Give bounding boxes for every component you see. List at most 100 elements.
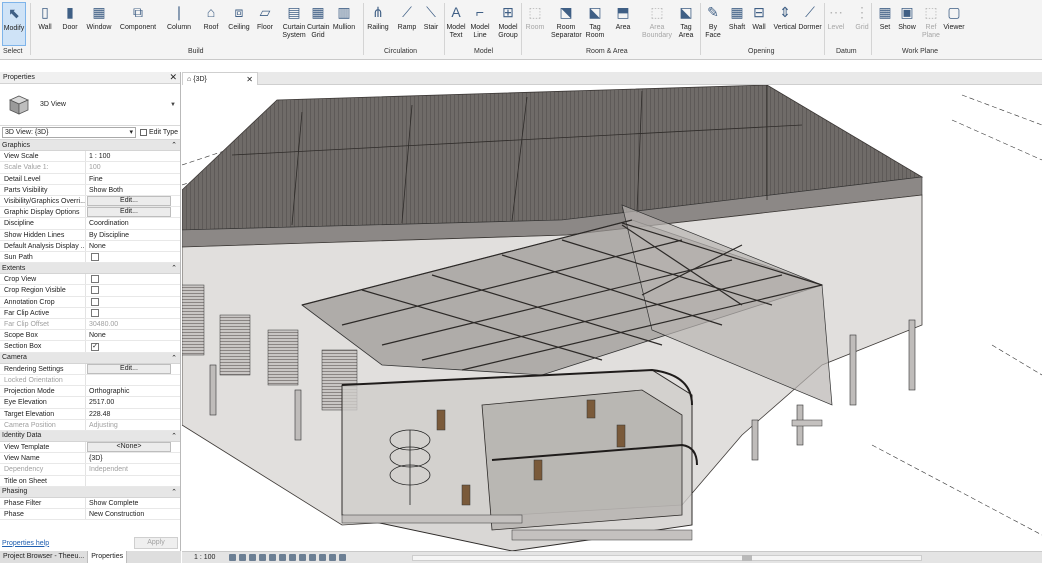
ribbon-level-button[interactable]: ⋯ Level	[826, 2, 846, 46]
visual-style-icon[interactable]	[239, 554, 247, 561]
tab-project-browser[interactable]: Project Browser - Theeu...	[0, 551, 89, 563]
view-scale-label[interactable]: 1 : 100	[194, 554, 215, 561]
ribbon-window-button[interactable]: ▦ Window	[84, 2, 114, 46]
property-checkbox[interactable]	[91, 297, 99, 306]
property-value[interactable]: Orthographic	[86, 386, 180, 396]
property-value[interactable]	[86, 274, 180, 284]
property-value[interactable]	[86, 297, 180, 307]
property-value[interactable]: None	[86, 241, 180, 251]
property-edit-button[interactable]: Edit...	[87, 363, 171, 374]
ribbon-wall-button[interactable]: ▯ Wall	[34, 2, 56, 46]
ribbon-set-button[interactable]: ▦ Set	[876, 2, 894, 46]
property-value[interactable]: Edit...	[86, 363, 180, 374]
ribbon-roof-button[interactable]: ⌂ Roof	[200, 2, 222, 46]
property-value[interactable]: Show Complete	[86, 498, 180, 508]
ribbon-model-line-button[interactable]: ⌐ Model Line	[469, 2, 491, 46]
property-edit-button[interactable]: Edit...	[87, 207, 171, 218]
ribbon-area-boundary-button[interactable]: ⬚ Area Boundary	[640, 2, 674, 46]
ribbon-door-button[interactable]: ▮ Door	[58, 2, 82, 46]
property-value[interactable]	[86, 476, 180, 486]
property-value[interactable]: Edit...	[86, 195, 180, 206]
ribbon-mullion-button[interactable]: ▥ Mullion	[332, 2, 356, 46]
property-value[interactable]: ✓	[86, 341, 180, 352]
property-value[interactable]: 2517.00	[86, 397, 180, 407]
property-edit-button[interactable]: <None>	[87, 442, 171, 453]
lock-view-icon[interactable]	[289, 554, 297, 561]
property-edit-button[interactable]: Edit...	[87, 195, 171, 206]
ribbon-wall-button[interactable]: ⊟ Wall	[748, 2, 770, 46]
ribbon-vertical-button[interactable]: ⇕ Vertical	[772, 2, 798, 46]
panel-label-select[interactable]: Select	[3, 48, 22, 55]
show-crop-icon[interactable]	[279, 554, 287, 561]
detail-level-icon[interactable]	[229, 554, 237, 561]
property-value[interactable]: Fine	[86, 174, 180, 184]
ribbon-room-button[interactable]: ⬚ Room	[523, 2, 547, 46]
ribbon-room-separator-button[interactable]: ⬔ Room Separator	[551, 2, 582, 46]
reveal-hidden-icon[interactable]	[309, 554, 317, 561]
property-value[interactable]: 228.48	[86, 409, 180, 419]
close-icon[interactable]: ✕	[246, 75, 253, 84]
worksharing-icon[interactable]	[319, 554, 327, 561]
temp-hide-icon[interactable]	[299, 554, 307, 561]
close-icon[interactable]: ✕	[169, 72, 177, 83]
property-checkbox[interactable]	[91, 252, 99, 261]
property-checkbox[interactable]: ✓	[91, 343, 99, 352]
ribbon-ceiling-button[interactable]: ⧈ Ceiling	[226, 2, 252, 46]
collapse-icon[interactable]: ⌃	[171, 354, 177, 362]
panel-label-room-area[interactable]: Room & Area	[586, 48, 628, 55]
ribbon-column-button[interactable]: ❘ Column	[166, 2, 192, 46]
property-value[interactable]: By Discipline	[86, 230, 180, 240]
ribbon-ramp-button[interactable]: ⟋ Ramp	[396, 2, 418, 46]
collapse-icon[interactable]: ⌃	[171, 141, 177, 149]
ribbon-show-button[interactable]: ▣ Show	[898, 2, 916, 46]
scrollbar-thumb[interactable]	[742, 555, 752, 561]
properties-help-link[interactable]: Properties help	[2, 540, 49, 547]
analytical-model-icon[interactable]	[329, 554, 337, 561]
property-group-header[interactable]: Camera ⌃	[0, 352, 180, 364]
ribbon-grid-button[interactable]: ⋮ Grid	[852, 2, 872, 46]
apply-button[interactable]: Apply	[134, 537, 178, 549]
property-value[interactable]: 1 : 100	[86, 151, 180, 161]
ribbon-floor-button[interactable]: ▱ Floor	[254, 2, 276, 46]
property-checkbox[interactable]	[91, 308, 99, 317]
ribbon-model-text-button[interactable]: A Model Text	[445, 2, 467, 46]
property-value[interactable]: Coordination	[86, 218, 180, 228]
property-group-header[interactable]: Graphics ⌃	[0, 140, 180, 152]
property-value[interactable]: <None>	[86, 442, 180, 453]
ribbon-viewer-button[interactable]: ▢ Viewer	[941, 2, 967, 46]
property-group-header[interactable]: Identity Data ⌃	[0, 430, 180, 443]
shadows-icon[interactable]	[259, 554, 267, 561]
collapse-icon[interactable]: ⌃	[171, 264, 177, 272]
property-value[interactable]: {3D}	[86, 453, 180, 463]
ribbon-modify-button[interactable]: ⬉ Modify	[2, 2, 26, 46]
ribbon-dormer-button[interactable]: ⟋ Dormer	[797, 2, 823, 46]
sun-path-icon[interactable]	[249, 554, 257, 561]
property-value[interactable]	[86, 308, 180, 318]
ribbon-component-button[interactable]: ⧉ Component	[116, 2, 160, 46]
property-value[interactable]: Show Both	[86, 185, 180, 195]
collapse-icon[interactable]: ⌃	[171, 432, 177, 440]
ribbon-by-face-button[interactable]: ✎ By Face	[702, 2, 724, 46]
ribbon-shaft-button[interactable]: ▦ Shaft	[726, 2, 748, 46]
ribbon-railing-button[interactable]: ⋔ Railing	[366, 2, 390, 46]
crop-view-icon[interactable]	[269, 554, 277, 561]
property-checkbox[interactable]	[91, 286, 99, 295]
ribbon-stair-button[interactable]: ⟍ Stair	[420, 2, 442, 46]
ribbon-tag-area-button[interactable]: ⬕ Tag Area	[675, 2, 697, 46]
horizontal-scrollbar[interactable]	[412, 555, 922, 561]
chevron-down-icon[interactable]: ▼	[170, 102, 176, 108]
instance-filter-dropdown[interactable]: 3D View: {3D}	[2, 127, 136, 138]
property-value[interactable]: Edit...	[86, 207, 180, 218]
type-selector[interactable]: 3D View ▼	[0, 84, 180, 126]
edit-type-button[interactable]: Edit Type	[139, 129, 178, 136]
ribbon-curtain-system-button[interactable]: ▤ Curtain System	[281, 2, 307, 46]
property-checkbox[interactable]	[91, 275, 99, 284]
property-group-header[interactable]: Extents ⌃	[0, 263, 180, 275]
tab-properties[interactable]: Properties	[88, 551, 128, 563]
ribbon-area-button[interactable]: ⬒ Area	[612, 2, 634, 46]
ribbon-curtain-grid-button[interactable]: ▦ Curtain Grid	[307, 2, 330, 46]
ribbon-model-group-button[interactable]: ⊞ Model Group	[495, 2, 521, 46]
ribbon-tag-room-button[interactable]: ⬕ Tag Room	[583, 2, 607, 46]
tab-3d-view[interactable]: ⌂ {3D} ✕	[182, 72, 258, 85]
property-value[interactable]	[86, 252, 180, 262]
